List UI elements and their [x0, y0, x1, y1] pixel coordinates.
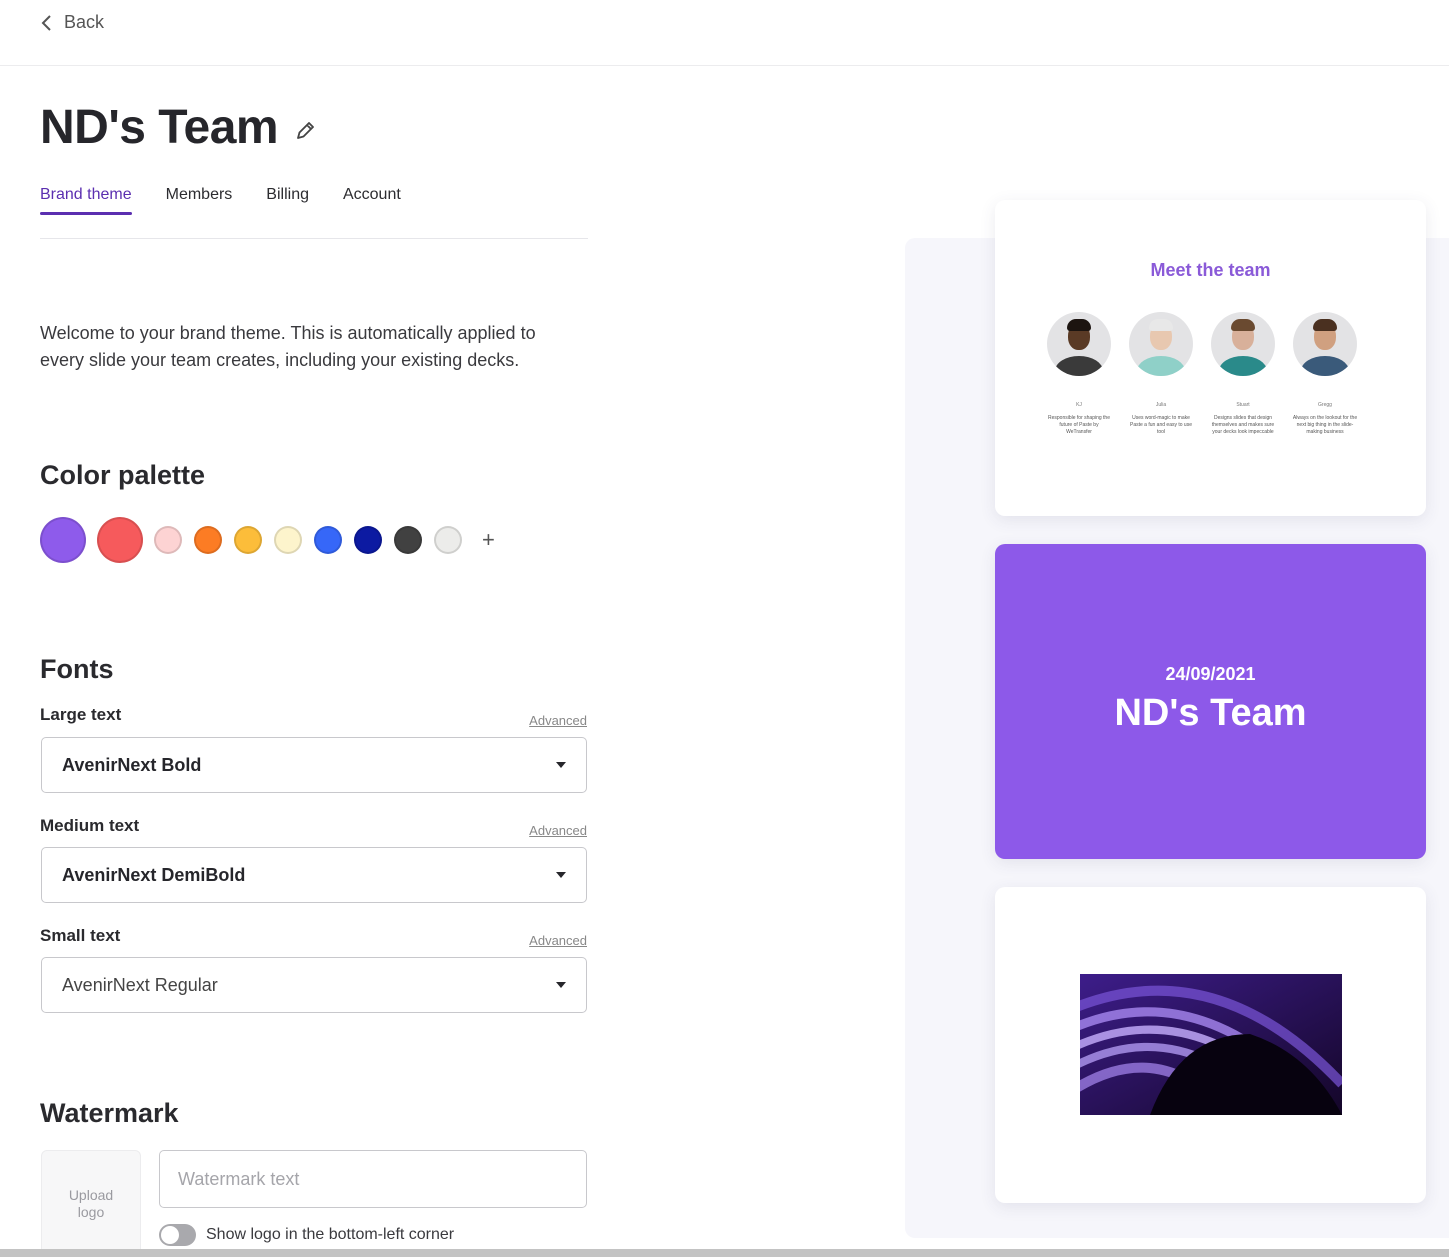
color-swatch[interactable] [274, 526, 302, 554]
color-swatch[interactable] [194, 526, 222, 554]
tab-brand-theme[interactable]: Brand theme [40, 186, 132, 215]
caret-down-icon [556, 982, 566, 988]
image-slide-preview[interactable] [995, 887, 1426, 1203]
chevron-left-icon [41, 14, 51, 31]
back-label: Back [64, 12, 105, 32]
member-desc: Designs slides that design themselves an… [1211, 415, 1275, 435]
medium-font-select[interactable]: AvenirNext DemiBold [41, 847, 587, 903]
large-text-label: Large text [40, 705, 122, 724]
avatar [1047, 312, 1111, 376]
intro-text: Welcome to your brand theme. This is aut… [40, 323, 536, 370]
avatar [1211, 312, 1275, 376]
team-member: KJ Responsible for shaping the future of… [1047, 312, 1111, 436]
watermark-heading: Watermark [40, 1098, 179, 1128]
tab-members[interactable]: Members [166, 186, 233, 214]
show-logo-label: Show logo in the bottom-left corner [206, 1226, 455, 1243]
pencil-icon[interactable] [292, 118, 318, 144]
color-swatch[interactable] [434, 526, 462, 554]
large-advanced-link[interactable]: Advanced [529, 713, 587, 728]
member-name: KJ [1076, 402, 1082, 408]
caret-down-icon [556, 762, 566, 768]
member-desc: Always on the lookout for the next big t… [1292, 415, 1358, 435]
medium-text-label: Medium text [40, 816, 140, 835]
member-desc: Responsible for shaping the future of Pa… [1048, 415, 1110, 435]
title-slide-date: 24/09/2021 [1165, 664, 1256, 684]
team-members: KJ Responsible for shaping the future of… [1047, 312, 1357, 436]
title-slide-title: ND's Team [1114, 692, 1307, 734]
toggle-knob [161, 1226, 179, 1244]
member-desc: Uses word-magic to make Paste a fun and … [1130, 415, 1192, 435]
add-color-button[interactable]: + [482, 527, 495, 553]
team-slide-title: Meet the team [1150, 260, 1271, 280]
team-member: Gregg Always on the lookout for the next… [1293, 312, 1357, 436]
page-title: ND's Team [40, 101, 279, 154]
back-button[interactable]: Back [40, 12, 104, 33]
team-member: Julia Uses word-magic to make Paste a fu… [1129, 312, 1193, 436]
title-slide-preview[interactable]: 24/09/2021 ND's Team [995, 544, 1426, 859]
team-slide-preview[interactable]: Meet the team KJ Responsible for shaping… [995, 200, 1426, 516]
color-swatch[interactable] [154, 526, 182, 554]
team-member: Stuart Designs slides that design themse… [1211, 312, 1275, 436]
upload-logo-label: Upload logo [68, 1186, 114, 1220]
title-row: ND's Team [40, 100, 318, 155]
color-swatch[interactable] [97, 517, 143, 563]
color-swatch[interactable] [40, 517, 86, 563]
watermark-text-input[interactable] [159, 1150, 587, 1208]
tab-bar: Brand theme Members Billing Account [40, 186, 588, 239]
color-swatch[interactable] [314, 526, 342, 554]
large-font-select[interactable]: AvenirNext Bold [41, 737, 587, 793]
color-palette: + [40, 517, 495, 563]
slide-image [1080, 974, 1342, 1115]
tab-account[interactable]: Account [343, 186, 401, 214]
medium-font-value: AvenirNext DemiBold [62, 864, 246, 885]
small-advanced-link[interactable]: Advanced [529, 933, 587, 948]
fonts-heading: Fonts [40, 654, 114, 684]
horizontal-scrollbar[interactable] [0, 1249, 1449, 1257]
large-font-value: AvenirNext Bold [62, 754, 202, 775]
tab-billing[interactable]: Billing [266, 186, 309, 214]
avatar [1129, 312, 1193, 376]
member-name: Julia [1155, 402, 1167, 408]
show-logo-row: Show logo in the bottom-left corner [159, 1224, 454, 1246]
small-text-label: Small text [40, 926, 121, 945]
medium-advanced-link[interactable]: Advanced [529, 823, 587, 838]
top-bar: Back [0, 0, 1449, 66]
color-swatch[interactable] [394, 526, 422, 554]
caret-down-icon [556, 872, 566, 878]
small-font-select[interactable]: AvenirNext Regular [41, 957, 587, 1013]
small-font-value: AvenirNext Regular [62, 974, 218, 995]
color-swatch[interactable] [354, 526, 382, 554]
member-name: Gregg [1318, 402, 1332, 408]
upload-logo-button[interactable]: Upload logo [41, 1150, 141, 1257]
color-swatch[interactable] [234, 526, 262, 554]
member-name: Stuart [1236, 402, 1250, 408]
color-palette-heading: Color palette [40, 460, 206, 490]
avatar [1293, 312, 1357, 376]
show-logo-toggle[interactable] [159, 1224, 196, 1246]
